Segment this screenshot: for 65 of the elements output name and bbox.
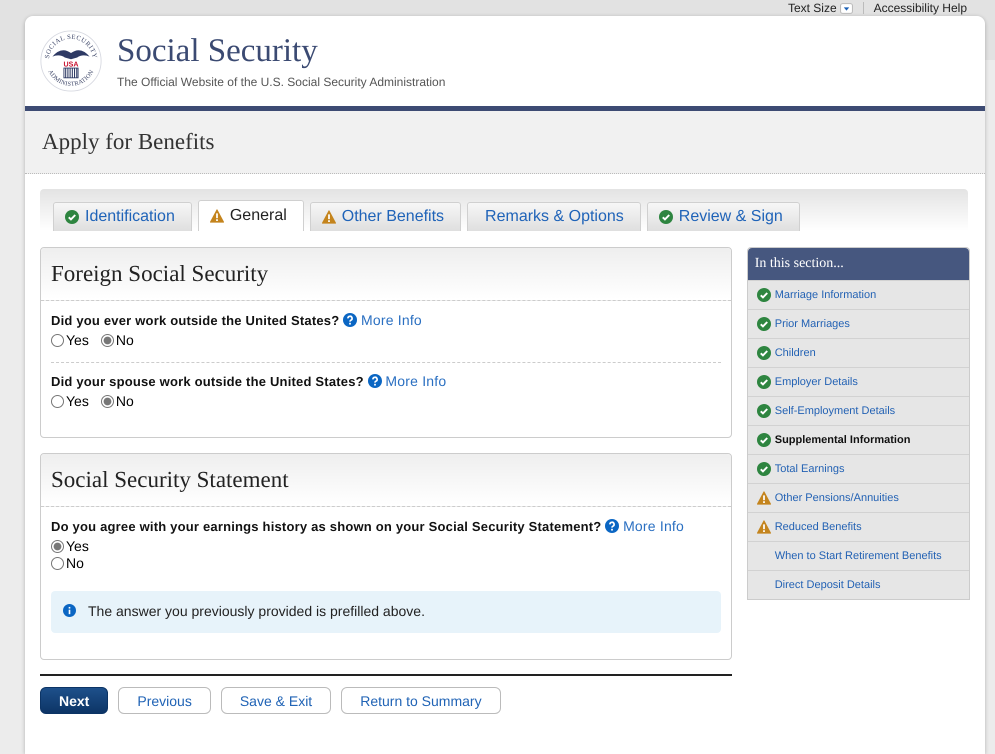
section-nav-item[interactable]: Other Pensions/Annuities <box>748 483 969 512</box>
info-icon <box>63 604 76 617</box>
radio-button[interactable] <box>51 394 64 408</box>
radio-label: Yes <box>66 332 89 348</box>
check-circle-icon <box>756 288 771 302</box>
more-info-link[interactable]: More Info <box>385 373 446 389</box>
radio-button[interactable] <box>100 334 114 346</box>
radio-label: No <box>116 332 134 348</box>
check-circle-icon <box>756 462 771 476</box>
more-info-link[interactable]: More Info <box>623 518 684 534</box>
secondary-button[interactable]: Save & Exit <box>220 687 332 714</box>
question-text: Did you ever work outside the United States? More Info <box>51 311 423 330</box>
tab[interactable]: General <box>198 200 304 231</box>
radio-label: Yes <box>66 393 89 409</box>
radio-label: Yes <box>66 538 89 554</box>
section-nav-item[interactable]: Marriage Information <box>748 280 969 309</box>
section-nav-item[interactable]: Prior Marriages <box>748 309 969 338</box>
tab[interactable]: Other Benefits <box>310 202 462 231</box>
check-circle-icon <box>756 317 771 331</box>
tab[interactable]: Identification <box>53 202 192 231</box>
check-circle-icon <box>658 210 673 224</box>
notice-text: The answer you previously provided is prefilled above. <box>88 603 425 619</box>
page-title: Apply for Benefits <box>42 129 214 155</box>
section-nav-item[interactable]: When to Start Retirement Benefits <box>748 541 969 570</box>
question-text: Did your spouse work outside the United States? More Info <box>51 372 448 391</box>
dropdown-icon[interactable] <box>840 2 853 14</box>
section-nav-item[interactable]: Self-Employment Details <box>748 396 969 425</box>
radio-button[interactable] <box>100 394 114 408</box>
accessibility-help-link[interactable]: Accessibility Help <box>874 2 967 14</box>
section-heading: Foreign Social Security <box>41 248 731 301</box>
check-circle-icon <box>756 375 771 389</box>
check-circle-icon <box>756 346 771 360</box>
section-nav-item[interactable]: Employer Details <box>748 367 969 396</box>
question-text: Do you agree with your earnings history as shown on your Social Security Statement? More Info <box>51 517 686 536</box>
next-button[interactable]: Next <box>40 687 108 714</box>
warning-icon <box>210 209 224 223</box>
section-nav-item[interactable]: Children <box>748 338 969 367</box>
section-nav-heading: In this section... <box>748 248 969 280</box>
secondary-button[interactable]: Previous <box>118 687 211 714</box>
help-icon[interactable] <box>605 519 620 533</box>
radio-label: No <box>116 393 134 409</box>
check-circle-icon <box>756 404 771 418</box>
warning-icon <box>756 491 771 505</box>
check-circle-icon <box>756 433 771 447</box>
help-icon[interactable] <box>343 313 358 327</box>
radio-button[interactable] <box>51 540 64 552</box>
warning-icon <box>756 520 771 534</box>
tab[interactable]: Remarks & Options <box>467 202 641 231</box>
section-heading: Social Security Statement <box>41 454 731 507</box>
help-icon[interactable] <box>368 374 382 388</box>
warning-icon <box>322 210 336 224</box>
section-nav-item[interactable]: Total Earnings <box>748 454 969 483</box>
site-title: Social Security <box>117 33 319 69</box>
radio-button[interactable] <box>51 556 64 570</box>
section-nav-item[interactable]: Direct Deposit Details <box>748 570 969 599</box>
site-subtitle: The Official Website of the U.S. Social Security Administration <box>117 75 446 89</box>
section-nav-item[interactable]: Reduced Benefits <box>748 512 969 541</box>
radio-label: No <box>66 555 84 571</box>
text-size-control[interactable]: Text Size <box>788 2 853 14</box>
secondary-button[interactable]: Return to Summary <box>341 687 501 714</box>
check-circle-icon <box>65 210 79 224</box>
section-nav-item[interactable]: Supplemental Information <box>748 425 969 454</box>
radio-button[interactable] <box>51 334 64 346</box>
tab[interactable]: Review & Sign <box>646 202 800 231</box>
more-info-link[interactable]: More Info <box>360 312 422 328</box>
